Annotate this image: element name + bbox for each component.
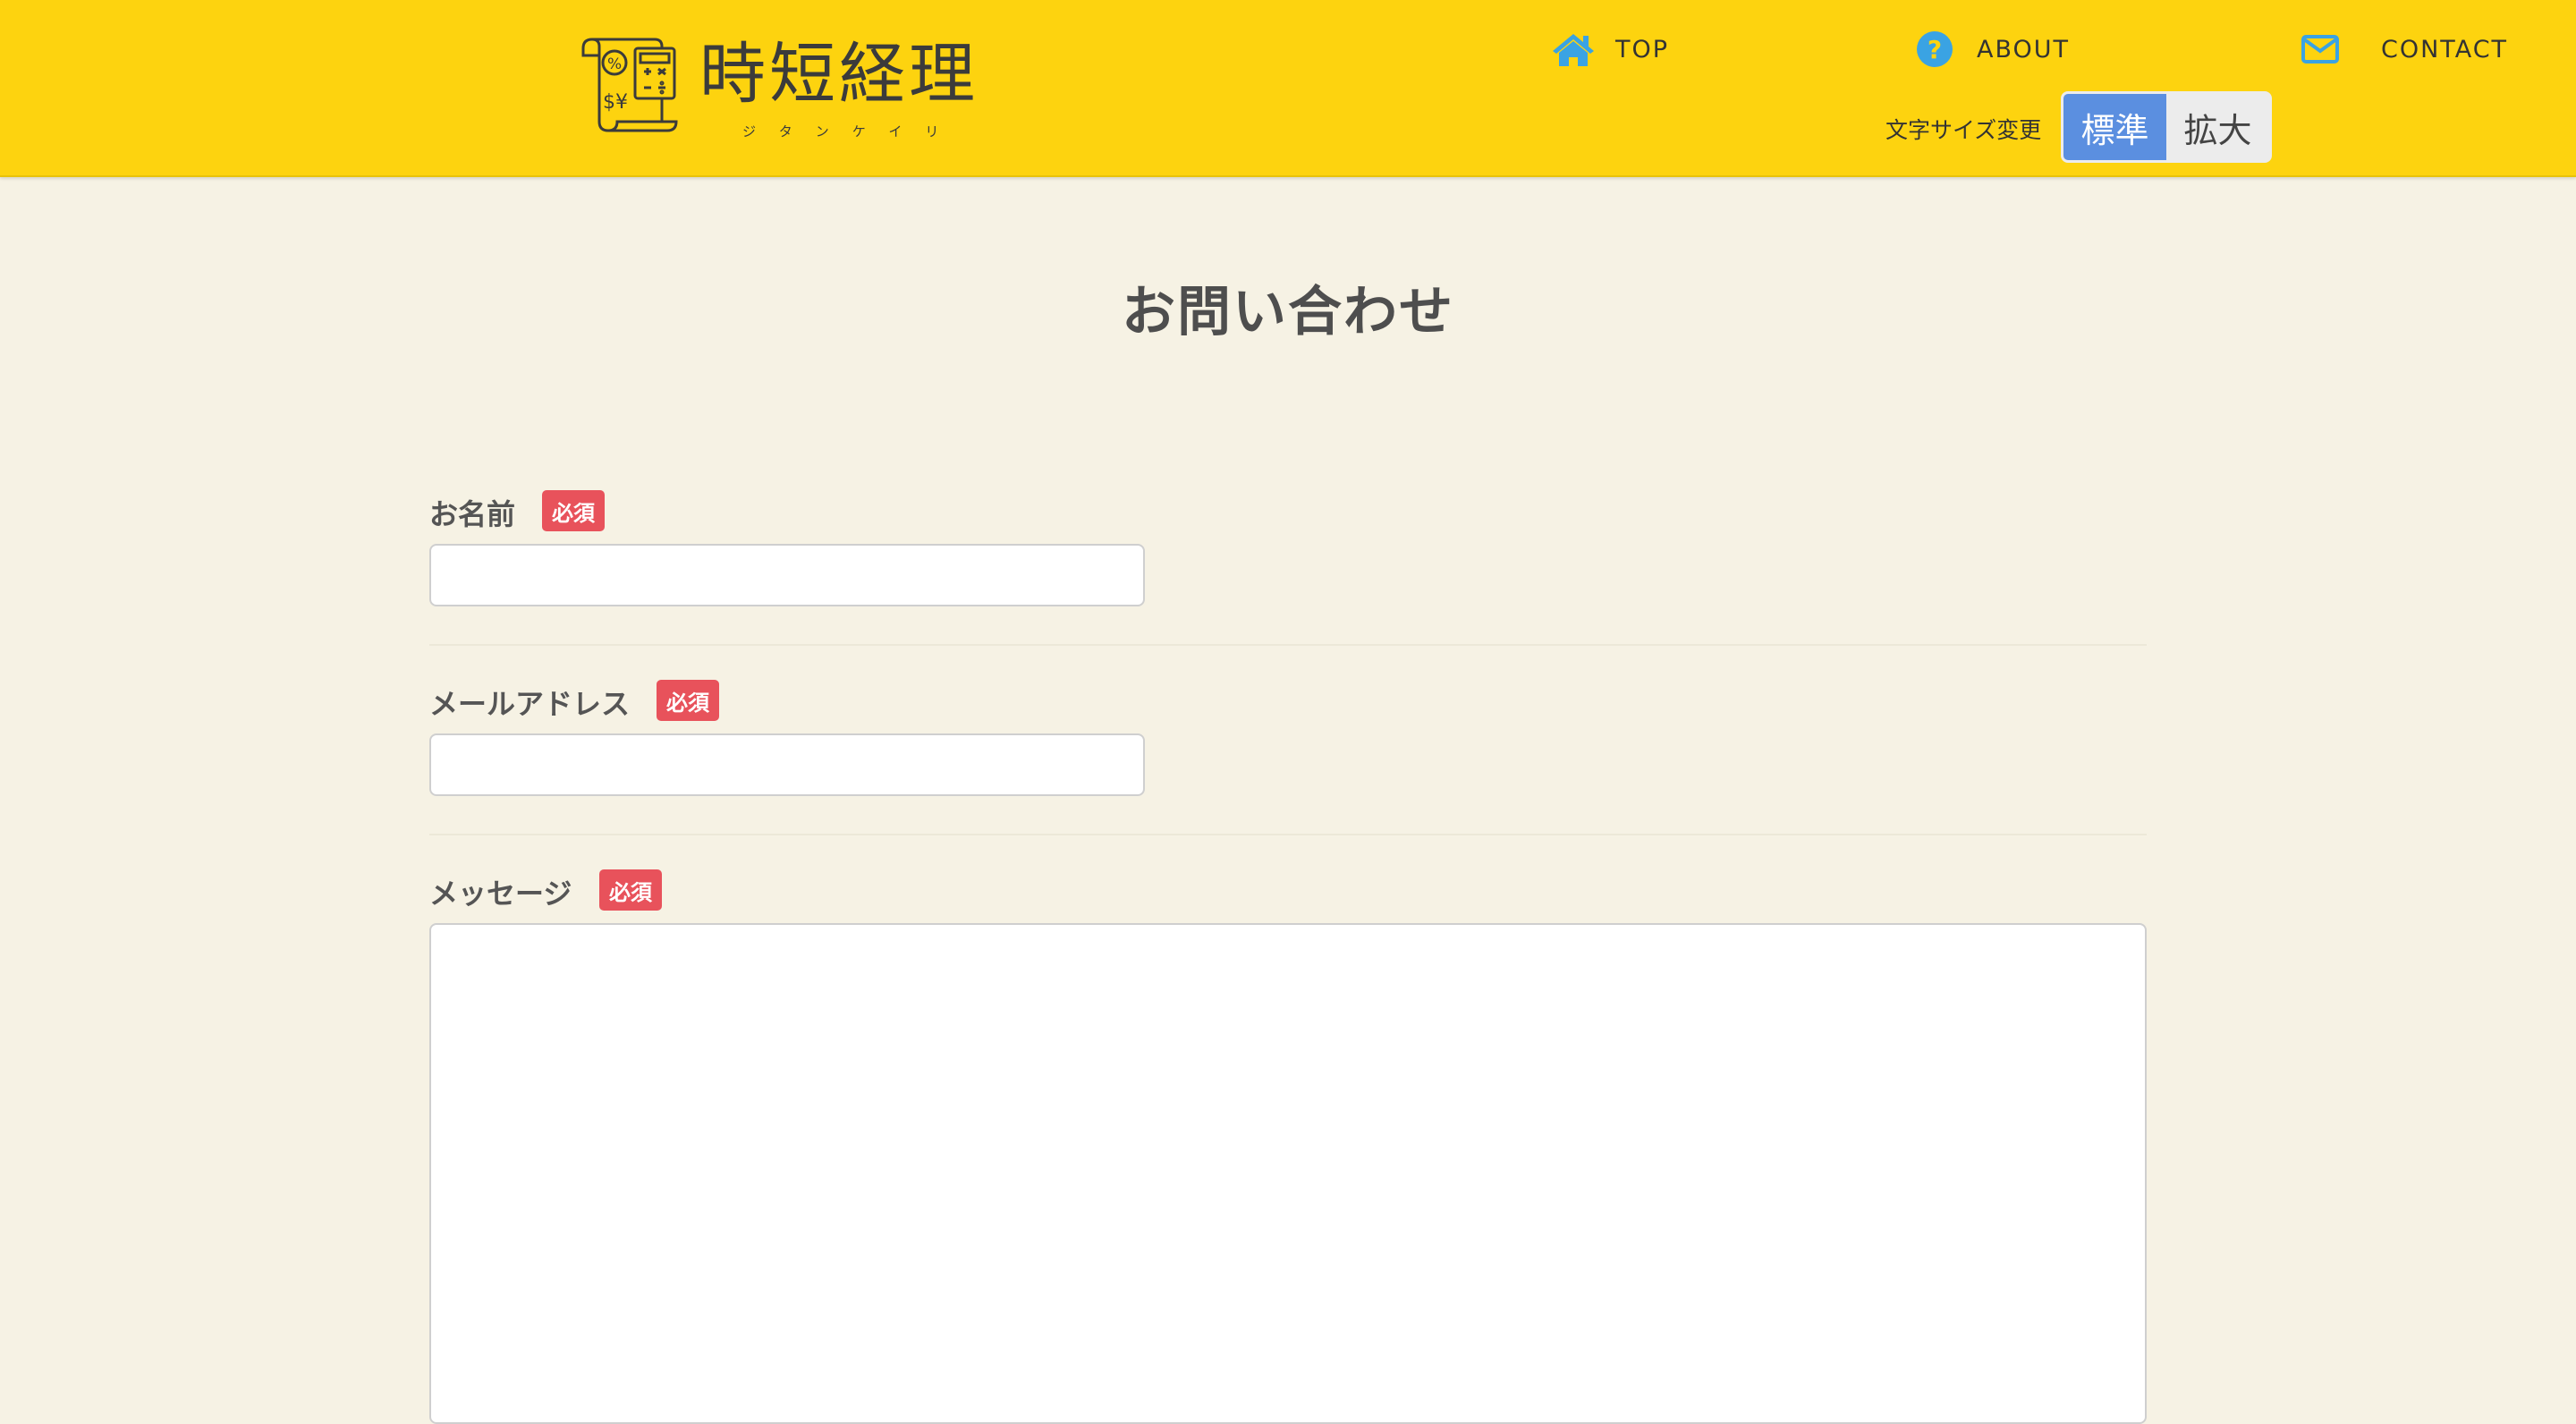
nav-top-label: TOP bbox=[1615, 35, 1670, 64]
svg-text:%: % bbox=[607, 55, 622, 73]
name-label: お名前 bbox=[429, 497, 516, 531]
site-logo[interactable]: % $¥ 時短経理 ジタンケイリ bbox=[572, 32, 984, 143]
font-size-toggle: 標準 拡大 bbox=[2061, 91, 2272, 163]
logo-title: 時短経理 bbox=[699, 36, 979, 113]
home-icon bbox=[1553, 34, 1594, 66]
font-size-standard-button[interactable]: 標準 bbox=[2063, 94, 2166, 160]
site-header: % $¥ 時短経理 ジタンケイリ TOP ? ABOUT CONTACT 文字サ… bbox=[0, 0, 2576, 177]
name-required-badge: 必須 bbox=[542, 490, 605, 531]
font-size-large-button[interactable]: 拡大 bbox=[2166, 94, 2269, 160]
nav-contact-label: CONTACT bbox=[2381, 35, 2509, 64]
logo-reading: ジタンケイリ bbox=[742, 123, 962, 140]
email-input[interactable] bbox=[429, 733, 1145, 796]
message-textarea[interactable] bbox=[429, 923, 2147, 1424]
field-divider bbox=[429, 644, 2147, 646]
page-title: お問い合わせ bbox=[1122, 281, 1454, 343]
svg-text:?: ? bbox=[1928, 35, 1942, 64]
nav-top[interactable]: TOP bbox=[1551, 27, 1669, 72]
email-label: メールアドレス bbox=[429, 687, 631, 721]
envelope-icon bbox=[2301, 35, 2339, 64]
field-divider bbox=[429, 834, 2147, 835]
font-size-label: 文字サイズ変更 bbox=[1885, 117, 2042, 143]
message-required-badge: 必須 bbox=[599, 869, 662, 911]
receipt-calculator-icon: % $¥ bbox=[581, 38, 678, 132]
message-label: メッセージ bbox=[429, 877, 572, 911]
nav-contact[interactable]: CONTACT bbox=[2301, 27, 2508, 72]
nav-about[interactable]: ? ABOUT bbox=[1916, 27, 2070, 72]
question-circle-icon: ? bbox=[1917, 31, 1953, 67]
email-required-badge: 必須 bbox=[657, 680, 719, 721]
nav-about-label: ABOUT bbox=[1977, 35, 2071, 64]
name-input[interactable] bbox=[429, 544, 1145, 606]
svg-text:$¥: $¥ bbox=[603, 91, 628, 114]
